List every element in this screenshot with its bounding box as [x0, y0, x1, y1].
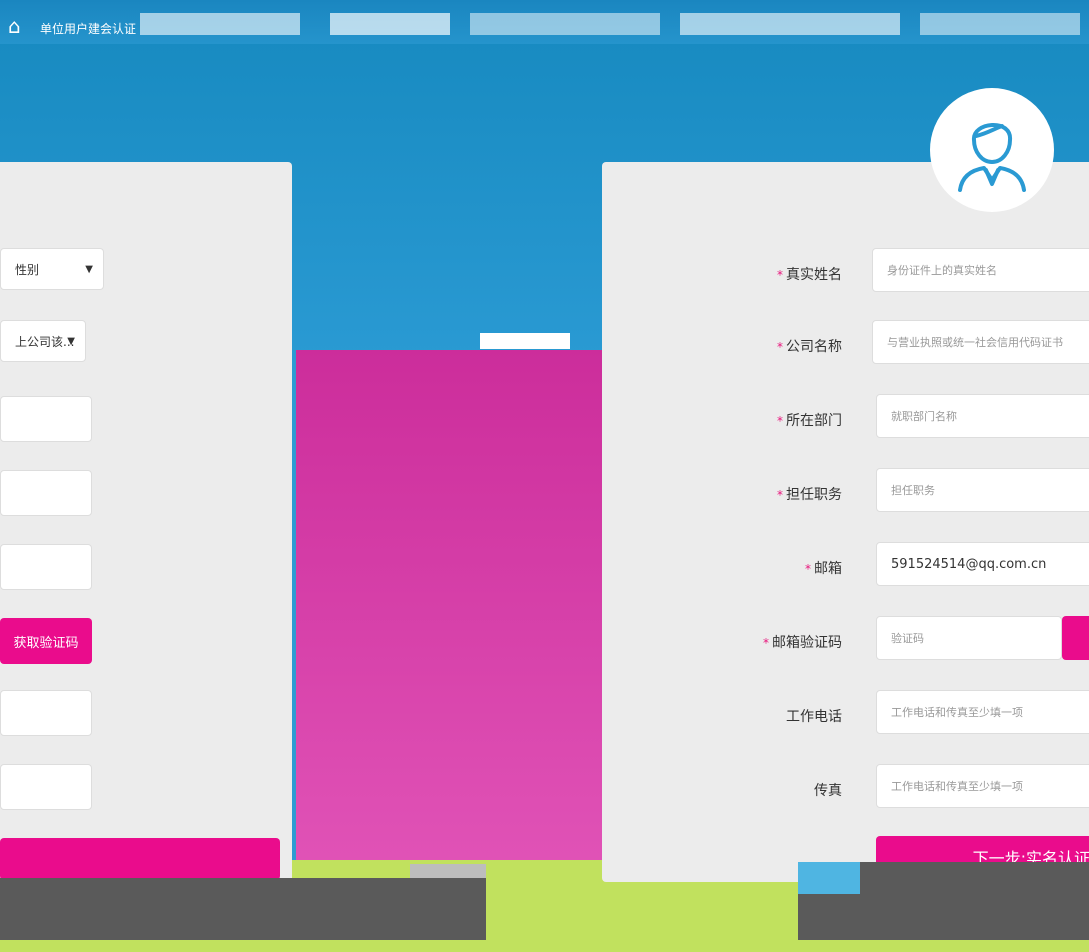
email-label: * 邮箱: [805, 561, 842, 577]
email-code-label: * 邮箱验证码: [763, 635, 842, 651]
top-bar: ⌂ 单位用户建会认证: [0, 0, 1089, 44]
chevron-down-icon: ▼: [67, 335, 75, 347]
gender-select-value: 性别: [15, 262, 40, 277]
work-phone-label: 工作电话: [786, 709, 842, 725]
send-email-code-button[interactable]: [1062, 616, 1089, 660]
logo-icon: ⌂: [8, 14, 21, 38]
department-input[interactable]: 就职部门名称: [876, 394, 1089, 438]
work-phone-input[interactable]: 工作电话和传真至少填一项: [876, 690, 1089, 734]
bottom-bar-left: [0, 878, 486, 940]
gender-select[interactable]: 性别 ▼: [0, 248, 104, 290]
email-code-input[interactable]: 验证码: [876, 616, 1062, 660]
realname-label: * 真实姓名: [777, 267, 842, 283]
center-artifact: [296, 350, 606, 860]
position-input[interactable]: 担任职务: [876, 468, 1089, 512]
realname-input[interactable]: 身份证件上的真实姓名: [872, 248, 1089, 292]
left-form-panel: 性别 ▼ 上公司该... ▼ 获取验证码: [0, 162, 292, 882]
position-label: * 担任职务: [777, 487, 842, 503]
bottom-chip: [410, 864, 486, 878]
chevron-down-icon: ▼: [85, 263, 93, 275]
company-select-value: 上公司该...: [15, 334, 75, 349]
bottom-blue-chip: [798, 862, 860, 894]
fax-label: 传真: [814, 783, 842, 799]
company-select[interactable]: 上公司该... ▼: [0, 320, 86, 362]
email-input[interactable]: 591524514@qq.com.cn: [876, 542, 1089, 586]
bottom-bar-right-top: [860, 862, 1089, 892]
company-label: * 公司名称: [777, 339, 842, 355]
left-input-4[interactable]: [0, 690, 92, 736]
company-input[interactable]: 与营业执照或统一社会信用代码证书: [872, 320, 1089, 364]
left-submit-button[interactable]: [0, 838, 280, 880]
left-input-5[interactable]: [0, 764, 92, 810]
department-label: * 所在部门: [777, 413, 842, 429]
get-code-button[interactable]: 获取验证码: [0, 618, 92, 664]
left-input-2[interactable]: [0, 470, 92, 516]
left-input-3[interactable]: [0, 544, 92, 590]
fax-input[interactable]: 工作电话和传真至少填一项: [876, 764, 1089, 808]
left-input-1[interactable]: [0, 396, 92, 442]
user-avatar-icon: [930, 88, 1054, 212]
artifact-patch: [480, 333, 570, 349]
page-title: 单位用户建会认证: [40, 22, 137, 36]
